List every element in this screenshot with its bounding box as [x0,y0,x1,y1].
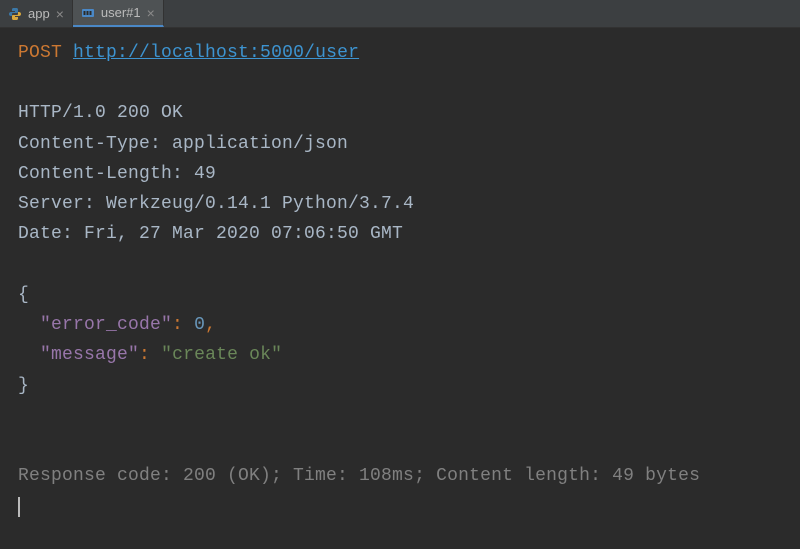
tab-bar: app × user#1 × [0,0,800,28]
json-close-brace: } [18,376,29,396]
json-string: "create ok" [161,345,282,365]
tab-label: user#1 [101,5,141,20]
tab-app[interactable]: app × [0,0,73,27]
colon: : [139,345,150,365]
python-icon [8,7,22,21]
close-icon[interactable]: × [56,7,64,21]
request-method: POST [18,43,62,63]
status-line: HTTP/1.0 200 OK [18,103,183,123]
json-open-brace: { [18,285,29,305]
http-icon [81,6,95,20]
request-url[interactable]: http://localhost:5000/user [73,43,359,63]
editor-content[interactable]: POST http://localhost:5000/user HTTP/1.0… [0,28,800,532]
json-key: "error_code" [40,315,172,335]
header-date: Date: Fri, 27 Mar 2020 07:06:50 GMT [18,224,403,244]
json-key: "message" [40,345,139,365]
json-number: 0 [194,315,205,335]
header-content-type: Content-Type: application/json [18,134,348,154]
text-cursor [18,497,20,517]
comma: , [205,315,216,335]
colon: : [172,315,183,335]
tab-user[interactable]: user#1 × [73,0,164,27]
response-summary: Response code: 200 (OK); Time: 108ms; Co… [18,466,700,486]
tab-label: app [28,6,50,21]
header-server: Server: Werkzeug/0.14.1 Python/3.7.4 [18,194,414,214]
close-icon[interactable]: × [147,6,155,20]
header-content-length: Content-Length: 49 [18,164,216,184]
